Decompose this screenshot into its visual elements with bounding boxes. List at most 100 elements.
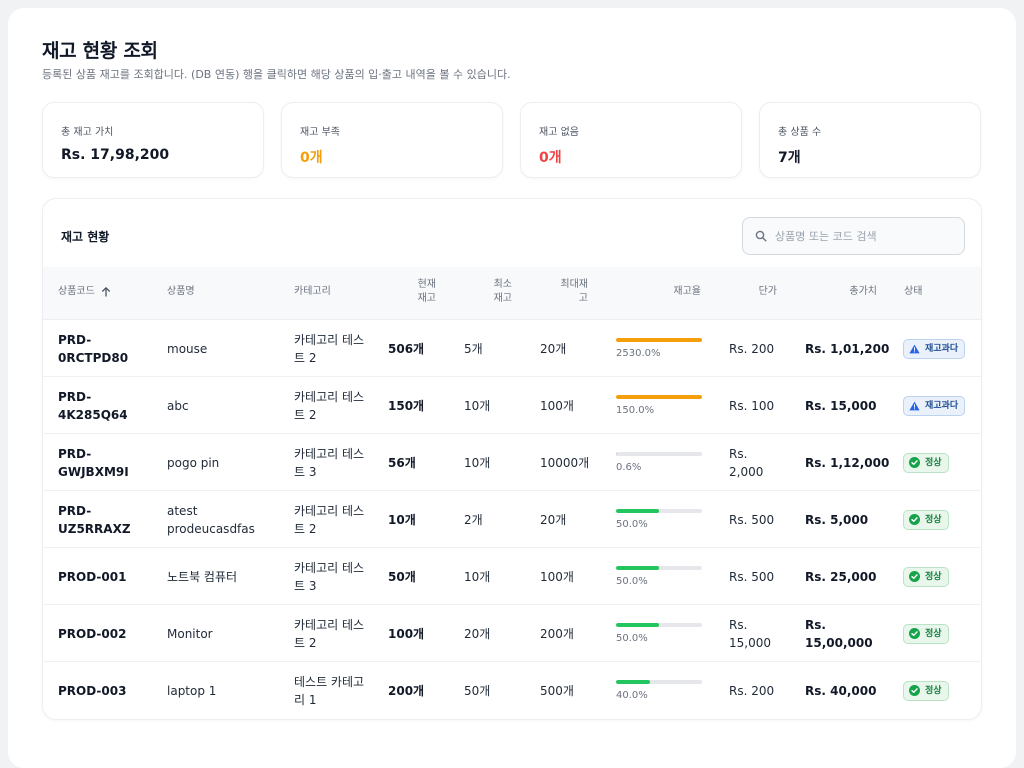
min-stock: 10개 [464,455,491,470]
stock-rate-label: 40.0% [616,689,648,701]
column-header-code[interactable]: 상품코드 [58,285,112,299]
stock-rate-bar-fill [616,679,651,684]
product-name: atest prodeucasdfas [167,503,255,536]
page-title: 재고 현황 조회 [42,40,158,62]
product-code: PROD-001 [58,569,127,584]
table-row[interactable]: PROD-003 laptop 1 테스트 카테고 리 1 200개 50개 500개 40… [43,662,981,719]
min-stock: 5개 [464,341,483,356]
current-stock: 150개 [388,398,425,413]
status-cell: 재고과다 [903,320,966,377]
min-stock: 2개 [464,512,483,527]
product-code: PRD- 4K285Q64 [58,389,128,422]
min-stock: 50개 [464,683,491,698]
total-value: Rs. 1,01,200 [805,341,890,356]
stock-rate-bar-fill [616,394,702,399]
total-value: Rs. 15,00,000 [805,617,873,650]
max-stock: 100개 [540,398,574,413]
max-stock: 100개 [540,569,574,584]
status-badge-label: 재고과다 [925,400,959,411]
product-category: 카테고리 테스 트 2 [294,503,365,536]
product-name: abc [167,398,189,413]
summary-label: 재고 없음 [539,127,579,138]
summary-value: 0개 [300,150,323,166]
product-code: PRD- GWJBXM9I [58,446,129,479]
table-row[interactable]: PRD- 0RCTPD80 mouse 카테고리 테스 트 2 506개 5개 20개 25… [43,320,981,377]
check-circle-icon [909,457,920,468]
status-badge: 정상 [903,452,949,473]
column-header-category[interactable]: 카테고리 [294,285,331,299]
summary-value: 7개 [778,150,801,166]
status-badge-label: 정상 [925,514,942,525]
column-header-status[interactable]: 상태 [904,285,922,299]
status-badge-label: 정상 [925,628,942,639]
product-code: PRD- 0RCTPD80 [58,332,129,365]
stock-rate-bar-fill [616,337,702,342]
column-header-unit-price[interactable]: 단가 [729,285,777,299]
product-code: PROD-003 [58,683,127,698]
status-badge: 재고과다 [903,395,966,416]
summary-value: Rs. 17,98,200 [61,147,170,163]
min-stock: 20개 [464,626,491,641]
stock-rate: 150.0% [616,377,702,434]
search-input[interactable] [775,229,955,243]
column-header-label: 상품코드 [58,286,95,297]
column-header-stock-rate[interactable]: 재고율 [653,285,701,299]
column-header-total-value[interactable]: 총가치 [829,285,877,299]
unit-price: Rs. 15,000 [729,617,771,650]
stock-rate-label: 50.0% [616,518,648,530]
product-category: 카테고리 테스 트 2 [294,389,365,422]
current-stock: 56개 [388,455,416,470]
summary-card-total-value: 총 재고 가치 Rs. 17,98,200 [42,102,264,178]
status-badge-label: 정상 [925,457,942,468]
summary-label: 총 재고 가치 [61,127,114,138]
product-category: 카테고리 테스 트 3 [294,446,365,479]
check-circle-icon [909,628,920,639]
check-circle-icon [909,514,920,525]
panel-title: 재고 현황 [61,230,110,244]
table-row[interactable]: PROD-001 노트북 컴퓨터 카테고리 테스 트 3 50개 10개 100개 50.0… [43,548,981,605]
summary-label: 총 상품 수 [778,127,822,138]
table-header: 상품코드 상품명 카테고리 현재 재고 최소 재고 최대재 고 재고율 단가 총… [43,267,981,320]
product-category: 테스트 카테고 리 1 [294,674,365,707]
stock-rate: 40.0% [616,662,702,719]
column-header-name[interactable]: 상품명 [167,285,195,299]
table-row[interactable]: PROD-002 Monitor 카테고리 테스 트 2 100개 20개 200개 50.… [43,605,981,662]
column-header-current-stock[interactable]: 현재 재고 [388,278,436,306]
warning-icon [909,401,920,410]
max-stock: 500개 [540,683,574,698]
summary-card-low-stock: 재고 부족 0개 [281,102,503,178]
current-stock: 10개 [388,512,416,527]
product-category: 카테고리 테스 트 2 [294,617,365,650]
total-value: Rs. 40,000 [805,683,877,698]
table-body: PRD- 0RCTPD80 mouse 카테고리 테스 트 2 506개 5개 20개 25… [43,320,981,719]
status-badge: 재고과다 [903,338,966,359]
column-header-max-stock[interactable]: 최대재 고 [540,278,588,306]
column-header-min-stock[interactable]: 최소 재고 [464,278,512,306]
table-row[interactable]: PRD- GWJBXM9I pogo pin 카테고리 테스 트 3 56개 10개 10… [43,434,981,491]
unit-price: Rs. 500 [729,569,775,584]
table-row[interactable]: PRD- UZ5RRAXZ atest prodeucasdfas 카테고리 테스 … [43,491,981,548]
product-name: Monitor [167,626,213,641]
stock-rate-bar [616,394,702,399]
check-circle-icon [909,685,920,696]
stock-rate-label: 50.0% [616,632,648,644]
summary-card-total-products: 총 상품 수 7개 [759,102,981,178]
stock-rate-bar-fill [616,451,617,456]
status-cell: 정상 [903,491,949,548]
total-value: Rs. 1,12,000 [805,455,890,470]
stock-rate-label: 150.0% [616,404,655,416]
stock-rate-bar [616,451,702,456]
stock-rate-label: 2530.0% [616,347,661,359]
status-badge: 정상 [903,623,949,644]
page-subtitle: 등록된 상품 재고를 조회합니다. (DB 연동) 행을 클릭하면 해당 상품의… [42,68,511,81]
search-box[interactable] [742,217,965,255]
total-value: Rs. 15,000 [805,398,877,413]
max-stock: 200개 [540,626,574,641]
table-row[interactable]: PRD- 4K285Q64 abc 카테고리 테스 트 2 150개 10개 100개 15… [43,377,981,434]
product-code: PROD-002 [58,626,127,641]
unit-price: Rs. 500 [729,512,775,527]
stock-rate: 50.0% [616,605,702,662]
stock-rate-bar [616,679,702,684]
unit-price: Rs. 200 [729,341,775,356]
summary-label: 재고 부족 [300,127,340,138]
